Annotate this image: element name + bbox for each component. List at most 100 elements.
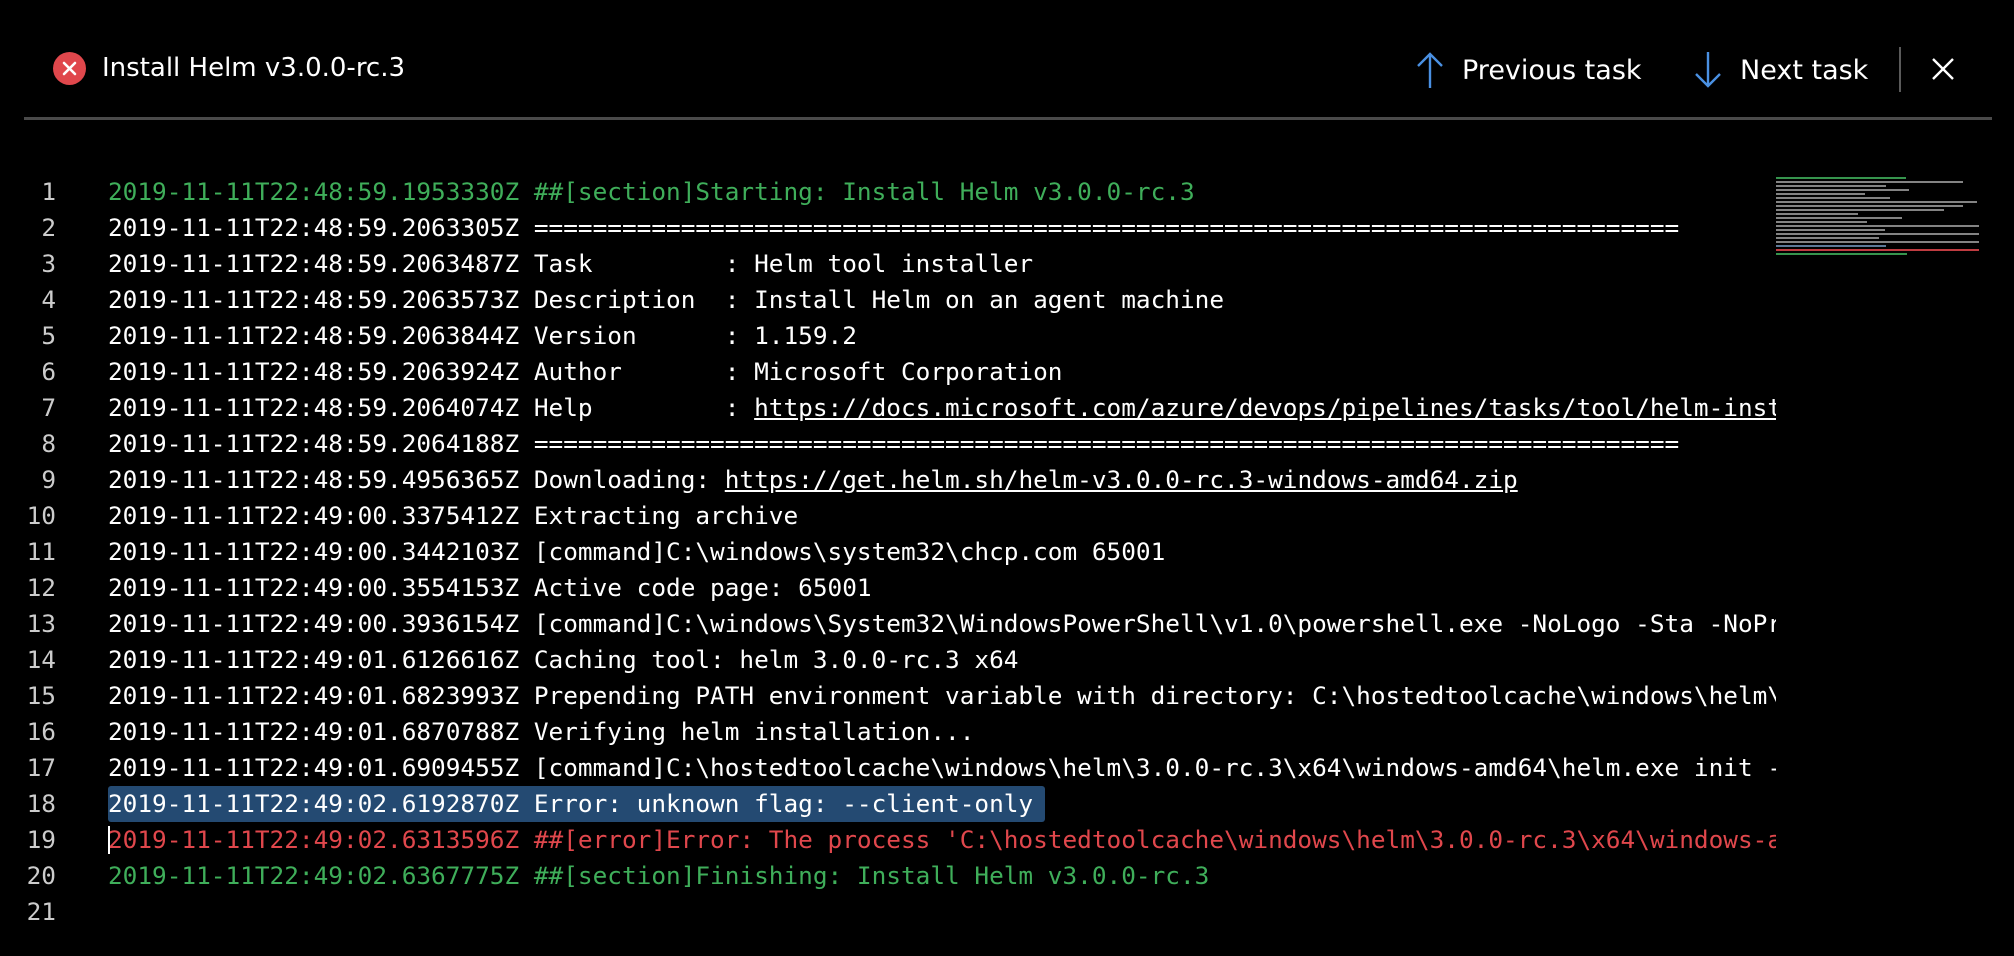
log-line: 10 2019-11-11T22:49:00.3375412Z Extractin… [0, 498, 1776, 534]
minimap-line [1776, 181, 1964, 183]
minimap-line [1776, 197, 1890, 199]
log-text: 2019-11-11T22:49:01.6126616Z Caching too… [108, 642, 1018, 678]
previous-task-label: Previous task [1462, 54, 1642, 86]
minimap-line [1776, 221, 1867, 223]
minimap-line [1776, 217, 1902, 219]
log-text-content: 2019-11-11T22:49:01.6909455Z [command]C:… [108, 753, 1776, 782]
minimap-line [1776, 253, 1908, 255]
previous-task-button[interactable]: Previous task [1415, 48, 1642, 92]
log-text-content: 2019-11-11T22:49:00.3554153Z Active code… [108, 573, 872, 602]
minimap-line [1776, 241, 1979, 243]
log-viewer[interactable]: 1 2019-11-11T22:48:59.1953330Z ##[section… [0, 174, 1776, 930]
log-text: 2019-11-11T22:48:59.2063573Z Description… [108, 282, 1224, 318]
log-text: 2019-11-11T22:48:59.2063305Z ===========… [108, 210, 1679, 246]
line-number: 20 [26, 861, 56, 890]
log-line: 12 2019-11-11T22:49:00.3554153Z Active co… [0, 570, 1776, 606]
log-line: 5 2019-11-11T22:48:59.2063844Z Version : … [0, 318, 1776, 354]
task-title: Install Helm v3.0.0-rc.3 [102, 53, 406, 83]
log-text-content: 2019-11-11T22:49:02.6367775Z ##[section]… [108, 861, 1210, 890]
line-number: 21 [26, 897, 56, 926]
log-text-content: 2019-11-11T22:49:01.6823993Z Prepending … [108, 681, 1776, 710]
line-number: 19 [26, 825, 56, 854]
log-text-content: 2019-11-11T22:49:02.6192870Z Error: unkn… [108, 789, 1034, 818]
arrow-down-icon [1693, 50, 1723, 90]
header-divider [1899, 47, 1901, 92]
minimap-line [1776, 201, 1978, 203]
log-line: 14 2019-11-11T22:49:01.6126616Z Caching t… [0, 642, 1776, 678]
minimap[interactable] [1776, 173, 1998, 263]
log-line: 9 2019-11-11T22:48:59.4956365Z Downloadin… [0, 462, 1776, 498]
log-text: 2019-11-11T22:48:59.2064188Z ===========… [108, 426, 1679, 462]
log-text: 2019-11-11T22:48:59.2063487Z Task : Helm… [108, 246, 1033, 282]
log-text-content: 2019-11-11T22:48:59.2063573Z Description… [108, 285, 1225, 314]
log-text-content: 2019-11-11T22:48:59.2063844Z Version : 1… [108, 321, 857, 350]
log-line: 4 2019-11-11T22:48:59.2063573Z Descriptio… [0, 282, 1776, 318]
minimap-line [1776, 237, 1880, 239]
next-task-button[interactable]: Next task [1693, 48, 1868, 92]
log-line: 16 2019-11-11T22:49:01.6870788Z Verifying… [0, 714, 1776, 750]
log-text-content: 2019-11-11T22:48:59.4956365Z Downloading… [108, 465, 725, 494]
line-number: 17 [26, 753, 56, 782]
log-text-content: 2019-11-11T22:49:00.3375412Z Extracting … [108, 501, 799, 530]
log-text-content: 2019-11-11T22:48:59.2063487Z Task : Helm… [108, 249, 1034, 278]
line-number: 13 [26, 609, 56, 638]
minimap-line [1776, 205, 1964, 207]
log-line: 17 2019-11-11T22:49:01.6909455Z [command]… [0, 750, 1776, 786]
log-text: 2019-11-11T22:49:00.3442103Z [command]C:… [108, 534, 1165, 570]
log-link[interactable]: https://get.helm.sh/helm-v3.0.0-rc.3-win… [725, 465, 1518, 494]
task-header: Install Helm v3.0.0-rc.3 Previous task N… [0, 0, 2014, 122]
log-text-content: 2019-11-11T22:48:59.2064188Z ===========… [108, 429, 1680, 458]
minimap-line [1776, 177, 1906, 179]
log-text: 2019-11-11T22:49:00.3554153Z Active code… [108, 570, 872, 606]
line-number: 15 [26, 681, 56, 710]
line-number: 16 [26, 717, 56, 746]
minimap-line [1776, 209, 1944, 211]
log-text-content: 2019-11-11T22:49:00.3442103Z [command]C:… [108, 537, 1166, 566]
log-text: 2019-11-11T22:49:02.6192870Z Error: unkn… [108, 786, 1046, 822]
log-text: 2019-11-11T22:49:01.6909455Z [command]C:… [108, 750, 1776, 786]
minimap-line [1776, 189, 1909, 191]
line-number: 4 [41, 285, 56, 314]
minimap-line [1776, 229, 1885, 231]
line-number: 8 [41, 429, 56, 458]
log-text-content: 2019-11-11T22:49:00.3936154Z [command]C:… [108, 609, 1776, 638]
log-text: 2019-11-11T22:49:01.6823993Z Prepending … [108, 678, 1776, 714]
log-text: 2019-11-11T22:49:02.6367775Z ##[section]… [108, 858, 1209, 894]
log-line: 21 [0, 894, 1776, 930]
minimap-line [1776, 185, 1887, 187]
minimap-line [1776, 233, 1979, 235]
arrow-up-icon [1415, 50, 1445, 90]
log-line: 2 2019-11-11T22:48:59.2063305Z ==========… [0, 210, 1776, 246]
log-line: 6 2019-11-11T22:48:59.2063924Z Author : M… [0, 354, 1776, 390]
header-divider-line [24, 117, 1992, 120]
log-text: 2019-11-11T22:48:59.1953330Z ##[section]… [108, 174, 1195, 210]
log-text: 2019-11-11T22:48:59.2064074Z Help : http… [108, 390, 1776, 426]
log-text: 2019-11-11T22:48:59.2063924Z Author : Mi… [108, 354, 1063, 390]
log-text: 2019-11-11T22:48:59.4956365Z Downloading… [108, 462, 1518, 498]
log-text-content: 2019-11-11T22:48:59.2063305Z ===========… [108, 213, 1680, 242]
line-number: 7 [41, 393, 56, 422]
log-link[interactable]: https://docs.microsoft.com/azure/devops/… [754, 393, 1776, 422]
line-number: 5 [41, 321, 56, 350]
line-number: 10 [26, 501, 56, 530]
log-text-content: 2019-11-11T22:48:59.2063924Z Author : Mi… [108, 357, 1063, 386]
text-cursor [108, 826, 110, 854]
close-icon [1932, 58, 1954, 80]
log-text-content: 2019-11-11T22:49:01.6870788Z Verifying h… [108, 717, 975, 746]
line-number: 12 [26, 573, 56, 602]
log-line: 19 2019-11-11T22:49:02.6313596Z ##[error]… [0, 822, 1776, 858]
minimap-line [1776, 225, 1979, 227]
minimap-line [1776, 193, 1866, 195]
close-button[interactable] [1926, 52, 1960, 86]
line-number: 9 [41, 465, 56, 494]
log-text: 2019-11-11T22:49:02.6313596Z ##[error]Er… [108, 822, 1776, 858]
line-number: 18 [26, 789, 56, 818]
line-number: 2 [41, 213, 56, 242]
minimap-line [1776, 245, 1887, 247]
line-number: 3 [41, 249, 56, 278]
minimap-line [1776, 213, 1859, 215]
log-line: 8 2019-11-11T22:48:59.2064188Z ==========… [0, 426, 1776, 462]
log-line: 18 2019-11-11T22:49:02.6192870Z Error: un… [0, 786, 1776, 822]
line-number: 11 [26, 537, 56, 566]
log-text: 2019-11-11T22:49:01.6870788Z Verifying h… [108, 714, 974, 750]
